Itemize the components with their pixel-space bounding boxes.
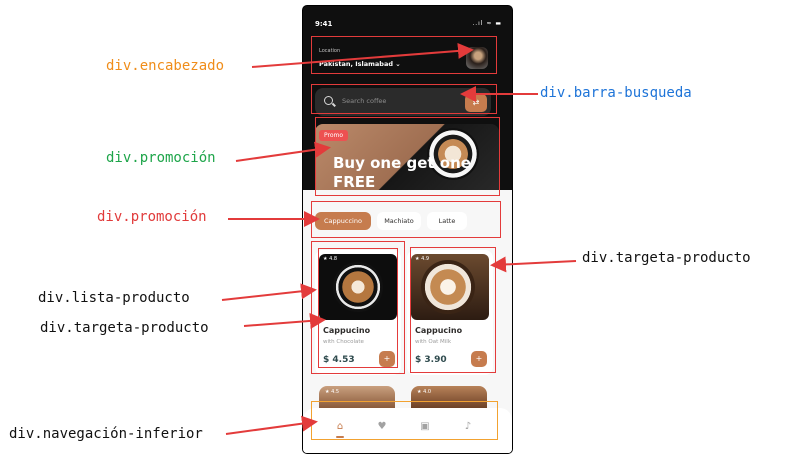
label-targeta-producto-right: div.targeta-producto [582, 250, 751, 266]
arrow-navegacion-inferior [225, 415, 318, 435]
annotation-box-targeta-producto-right [410, 247, 496, 373]
label-navegacion-inferior: div.navegación-inferior [9, 426, 203, 442]
annotation-box-targeta-producto-left [318, 248, 398, 368]
product-rating: ★ 4.0 [417, 389, 432, 395]
label-targeta-producto-left: div.targeta-producto [40, 320, 209, 336]
label-promocion-1: div.promoción [106, 150, 216, 166]
annotation-box-navegacion-inferior [311, 401, 498, 440]
annotation-box-promocion [315, 117, 500, 196]
label-lista-producto: div.lista-producto [38, 290, 190, 306]
annotation-box-encabezado [311, 36, 497, 74]
label-encabezado: div.encabezado [106, 58, 225, 74]
arrow-lista-producto [221, 283, 317, 301]
annotation-box-categorias [311, 201, 501, 238]
status-icons: ..ıl ≈ ▬ [472, 20, 502, 27]
status-bar: 9:41 ..ıl ≈ ▬ [303, 6, 512, 36]
annotation-box-barra-busqueda [311, 84, 497, 114]
status-time: 9:41 [315, 20, 333, 28]
product-rating: ★ 4.5 [325, 389, 340, 395]
label-barra-busqueda: div.barra-busqueda [540, 85, 692, 101]
label-promocion-2: div.promoción [97, 209, 207, 225]
